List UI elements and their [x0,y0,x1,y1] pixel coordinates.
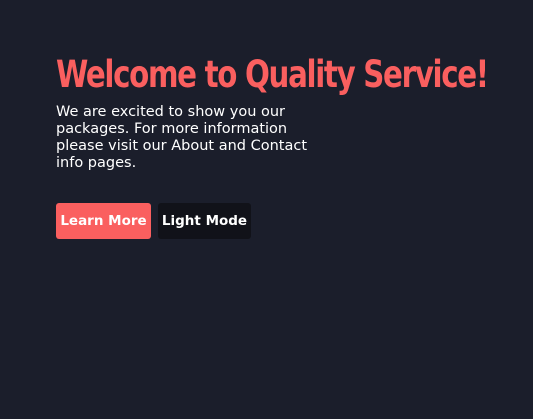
hero-actions: Learn More Light Mode [56,203,251,239]
learn-more-button[interactable]: Learn More [56,203,151,239]
page-title: Welcome to Quality Service! [56,53,489,96]
hero-description: We are excited to show you our packages.… [56,104,308,171]
light-mode-button[interactable]: Light Mode [158,203,251,239]
hero-section: Welcome to Quality Service! We are excit… [56,52,526,172]
